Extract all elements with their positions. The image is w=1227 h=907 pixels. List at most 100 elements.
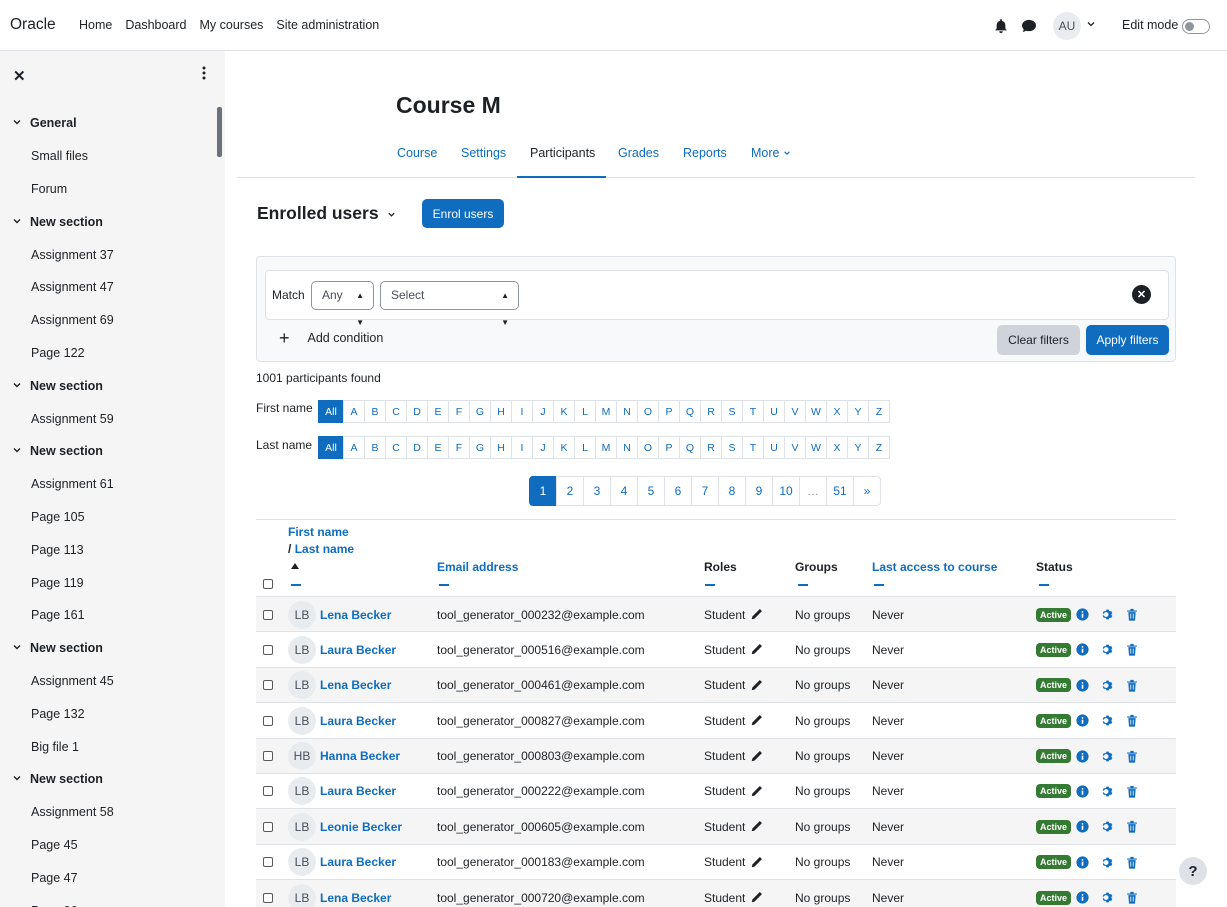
participant-name-link[interactable]: Laura Becker: [320, 855, 396, 869]
last-initial-h[interactable]: H: [490, 436, 512, 459]
participant-name-link[interactable]: Laura Becker: [320, 784, 396, 798]
row-select-checkbox[interactable]: [263, 821, 273, 832]
first-initial-s[interactable]: S: [721, 400, 743, 423]
info-icon[interactable]: [1076, 679, 1089, 692]
last-initial-m[interactable]: M: [595, 436, 617, 459]
sidebar-section[interactable]: New section: [0, 369, 215, 402]
last-initial-n[interactable]: N: [616, 436, 638, 459]
tab-grades[interactable]: Grades: [618, 133, 659, 178]
edit-mode-toggle[interactable]: [1182, 19, 1210, 34]
gear-icon[interactable]: [1101, 785, 1114, 798]
info-icon[interactable]: [1076, 820, 1089, 833]
chevron-down-icon[interactable]: [12, 444, 24, 458]
sidebar-item[interactable]: Page 96: [0, 894, 215, 907]
sidebar-section[interactable]: New section: [0, 205, 215, 238]
first-initial-w[interactable]: W: [805, 400, 827, 423]
select-all-checkbox[interactable]: [263, 579, 273, 589]
user-avatar[interactable]: AU: [1053, 12, 1081, 40]
participant-name-cell[interactable]: LB Leonie Becker: [288, 809, 402, 844]
trash-icon[interactable]: [1126, 856, 1138, 869]
nav-home[interactable]: Home: [79, 18, 112, 32]
bell-icon[interactable]: [993, 18, 1009, 34]
participant-name-cell[interactable]: LB Laura Becker: [288, 632, 396, 667]
first-initial-q[interactable]: Q: [679, 400, 701, 423]
pencil-icon[interactable]: [750, 785, 763, 798]
sidebar-item[interactable]: Assignment 61: [0, 468, 215, 501]
add-condition-button[interactable]: + Add condition: [279, 329, 383, 347]
row-select-checkbox[interactable]: [263, 715, 273, 726]
last-initial-i[interactable]: I: [511, 436, 533, 459]
last-initial-c[interactable]: C: [385, 436, 407, 459]
collapse-column-icon[interactable]: [439, 584, 449, 586]
enrol-users-button[interactable]: Enrol users: [422, 199, 504, 228]
chevron-down-icon[interactable]: [12, 641, 24, 655]
first-initial-l[interactable]: L: [574, 400, 596, 423]
sidebar-item[interactable]: Page 47: [0, 861, 215, 894]
sidebar-item[interactable]: Assignment 59: [0, 402, 215, 435]
sidebar-scrollbar[interactable]: [217, 107, 222, 157]
pencil-icon[interactable]: [750, 856, 763, 869]
first-initial-z[interactable]: Z: [868, 400, 890, 423]
row-select-checkbox[interactable]: [263, 644, 273, 655]
nav-site-administration[interactable]: Site administration: [276, 18, 379, 32]
info-icon[interactable]: [1076, 856, 1089, 869]
first-initial-g[interactable]: G: [469, 400, 491, 423]
last-initial-k[interactable]: K: [553, 436, 575, 459]
last-initial-b[interactable]: B: [364, 436, 386, 459]
page-51-button[interactable]: 51: [826, 476, 854, 506]
last-initial-p[interactable]: P: [658, 436, 680, 459]
trash-icon[interactable]: [1126, 750, 1138, 763]
gear-icon[interactable]: [1101, 891, 1114, 904]
participant-name-cell[interactable]: LB Lena Becker: [288, 668, 391, 703]
first-initial-p[interactable]: P: [658, 400, 680, 423]
sidebar-item[interactable]: Assignment 47: [0, 271, 215, 304]
first-initial-d[interactable]: D: [406, 400, 428, 423]
sidebar-item[interactable]: Assignment 58: [0, 796, 215, 829]
filter-type-select[interactable]: Select ▲ ▼: [380, 281, 519, 327]
last-initial-j[interactable]: J: [532, 436, 554, 459]
first-initial-m[interactable]: M: [595, 400, 617, 423]
participant-name-link[interactable]: Lena Becker: [320, 678, 391, 692]
participant-name-cell[interactable]: LB Laura Becker: [288, 845, 396, 880]
last-initial-d[interactable]: D: [406, 436, 428, 459]
first-initial-all[interactable]: All: [318, 400, 344, 423]
first-initial-o[interactable]: O: [637, 400, 659, 423]
gear-icon[interactable]: [1101, 820, 1114, 833]
last-initial-g[interactable]: G: [469, 436, 491, 459]
gear-icon[interactable]: [1101, 856, 1114, 869]
sidebar-item[interactable]: Small files: [0, 140, 215, 173]
sidebar-section[interactable]: General: [0, 107, 215, 140]
last-initial-e[interactable]: E: [427, 436, 449, 459]
last-initial-z[interactable]: Z: [868, 436, 890, 459]
participant-name-cell[interactable]: LB Lena Becker: [288, 597, 391, 632]
last-initial-w[interactable]: W: [805, 436, 827, 459]
last-initial-l[interactable]: L: [574, 436, 596, 459]
last-initial-y[interactable]: Y: [847, 436, 869, 459]
page-10-button[interactable]: 10: [772, 476, 800, 506]
trash-icon[interactable]: [1126, 891, 1138, 904]
sidebar-item[interactable]: Page 119: [0, 566, 215, 599]
trash-icon[interactable]: [1126, 608, 1138, 621]
close-drawer-icon[interactable]: ✕: [13, 67, 26, 85]
participant-name-link[interactable]: Lena Becker: [320, 891, 391, 905]
row-select-checkbox[interactable]: [263, 857, 273, 868]
chevron-down-icon[interactable]: [12, 215, 24, 229]
page-8-button[interactable]: 8: [718, 476, 746, 506]
collapse-column-icon[interactable]: [874, 584, 884, 586]
first-initial-h[interactable]: H: [490, 400, 512, 423]
sidebar-item[interactable]: Page 161: [0, 599, 215, 632]
collapse-column-icon[interactable]: [1039, 584, 1049, 586]
last-initial-v[interactable]: V: [784, 436, 806, 459]
nav-my-courses[interactable]: My courses: [200, 18, 264, 32]
last-initial-x[interactable]: X: [826, 436, 848, 459]
participant-name-link[interactable]: Leonie Becker: [320, 820, 402, 834]
chevron-down-icon[interactable]: [1086, 18, 1096, 32]
first-initial-v[interactable]: V: [784, 400, 806, 423]
sidebar-item[interactable]: Page 105: [0, 501, 215, 534]
sidebar-item[interactable]: Assignment 45: [0, 665, 215, 698]
help-button[interactable]: ?: [1179, 857, 1207, 885]
participant-name-cell[interactable]: LB Lena Becker: [288, 880, 391, 907]
last-initial-q[interactable]: Q: [679, 436, 701, 459]
info-icon[interactable]: [1076, 608, 1089, 621]
tab-participants[interactable]: Participants: [517, 133, 606, 178]
